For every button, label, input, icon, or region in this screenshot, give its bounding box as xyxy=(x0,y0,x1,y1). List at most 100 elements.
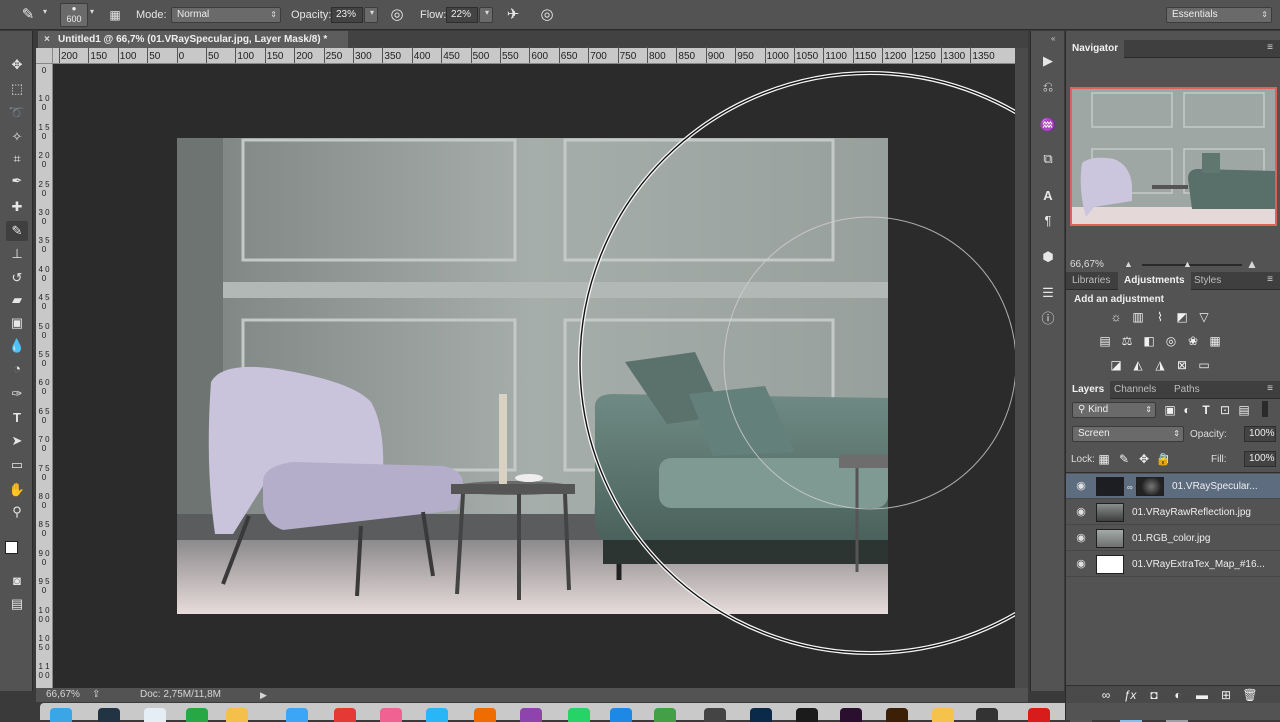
brush-tool-icon[interactable]: ✎ xyxy=(6,221,28,241)
threshold-icon[interactable]: ◮ xyxy=(1152,358,1168,372)
eye-icon[interactable]: ◉ xyxy=(1074,505,1088,519)
clone-stamp-tool-icon[interactable]: ⊥ xyxy=(6,244,28,264)
layer-opacity-field[interactable]: 100% xyxy=(1244,426,1276,442)
pen-tool-icon[interactable]: ✑ xyxy=(6,384,28,404)
history-icon[interactable]: ⎌ xyxy=(1038,77,1058,97)
vertical-ruler[interactable]: 0 1 0 0 1 5 0 2 0 0 2 5 0 3 0 0 3 5 0 4 0 0 4 5 … xyxy=(36,64,53,688)
color-lookup-icon[interactable]: ▦ xyxy=(1207,334,1223,348)
navigator-preview[interactable] xyxy=(1070,87,1277,226)
history-brush-tool-icon[interactable]: ↺ xyxy=(6,268,28,288)
panel-menu-icon[interactable]: ≡ xyxy=(1267,274,1273,285)
zoom-level[interactable]: 66,67% xyxy=(46,688,80,702)
tool-preset-dropdown[interactable]: ▾ xyxy=(40,7,50,23)
fx-icon[interactable]: ƒx xyxy=(1122,688,1138,702)
healing-brush-tool-icon[interactable]: ✚ xyxy=(6,197,28,217)
invert-icon[interactable]: ◪ xyxy=(1108,358,1124,372)
collapse-arrows-icon[interactable]: « xyxy=(1051,34,1055,43)
blend-mode-select[interactable]: Screen ⇕ xyxy=(1072,426,1184,442)
actions-play-icon[interactable]: ▶ xyxy=(1038,51,1058,71)
brush-panel-toggle-icon[interactable]: ▦ xyxy=(105,5,125,25)
padlock-icon[interactable]: 🔒 xyxy=(1155,452,1171,466)
horizontal-ruler[interactable]: 200 150 100 50 0 50 100 150 200 250 300 350 400 450 50… xyxy=(53,47,1015,64)
hue-saturation-icon[interactable]: ▤ xyxy=(1097,334,1113,348)
tab-adjustments[interactable]: Adjustments xyxy=(1118,272,1191,290)
filter-type-icon[interactable]: T xyxy=(1198,403,1214,417)
eyedropper-tool-icon[interactable]: ✒ xyxy=(6,171,28,191)
color-balance-icon[interactable]: ⚖ xyxy=(1119,334,1135,348)
curves-icon[interactable]: ⌇ xyxy=(1152,310,1168,324)
3d-icon[interactable]: ⬢ xyxy=(1038,247,1058,267)
channel-mixer-icon[interactable]: ❀ xyxy=(1185,334,1201,348)
zoom-slider-thumb[interactable]: ▲ xyxy=(1183,259,1192,269)
eye-icon[interactable]: ◉ xyxy=(1074,557,1088,571)
ruler-origin[interactable] xyxy=(36,48,53,64)
chain-link-icon[interactable]: ∞ xyxy=(1127,483,1133,492)
selective-color-icon[interactable]: ⊠ xyxy=(1174,358,1190,372)
gradient-map-icon[interactable]: ▭ xyxy=(1196,358,1212,372)
panel-menu-icon[interactable]: ≡ xyxy=(1267,383,1273,394)
document-canvas[interactable] xyxy=(53,64,1015,688)
quick-mask-icon[interactable]: ◙ xyxy=(6,571,28,591)
tab-libraries[interactable]: Libraries xyxy=(1066,272,1116,290)
type-tool-icon[interactable]: T xyxy=(6,408,28,428)
layer-row[interactable]: ◉ 01.VRayExtraTex_Map_#16... xyxy=(1066,552,1280,577)
layer-row[interactable]: ◉ 01.VRayRawReflection.jpg xyxy=(1066,500,1280,525)
paragraph-icon[interactable]: ¶ xyxy=(1038,211,1058,231)
crop-tool-icon[interactable]: ⌗ xyxy=(6,149,28,169)
lock-image-icon[interactable]: ✎ xyxy=(1116,452,1132,466)
blur-tool-icon[interactable]: 💧 xyxy=(6,336,28,356)
canvas-vertical-scrollbar[interactable] xyxy=(1015,48,1028,688)
canvas-area[interactable] xyxy=(53,64,1015,688)
layer-name[interactable]: 01.VRayRawReflection.jpg xyxy=(1132,500,1251,525)
document-tab[interactable]: × Untitled1 @ 66,7% (01.VRaySpecular.jpg… xyxy=(38,31,348,48)
gradient-tool-icon[interactable]: ▣ xyxy=(6,313,28,333)
tab-channels[interactable]: Channels xyxy=(1108,381,1162,399)
marquee-tool-icon[interactable]: ⬚ xyxy=(6,79,28,99)
new-layer-icon[interactable]: ⊞ xyxy=(1218,688,1234,702)
dodge-tool-icon[interactable]: ◔ xyxy=(6,359,28,379)
black-white-icon[interactable]: ◧ xyxy=(1141,334,1157,348)
clone-source-icon[interactable]: ⧉ xyxy=(1038,149,1058,169)
properties-icon[interactable]: ☰ xyxy=(1038,283,1058,303)
flow-dropdown[interactable]: ▾ xyxy=(479,7,493,23)
share-icon[interactable]: ⇪ xyxy=(92,688,100,702)
flow-field[interactable]: 22% xyxy=(446,7,478,23)
exposure-icon[interactable]: ◩ xyxy=(1174,310,1190,324)
move-tool-icon[interactable]: ✥ xyxy=(6,55,28,75)
layer-name[interactable]: 01.RGB_color.jpg xyxy=(1132,526,1210,551)
tab-styles[interactable]: Styles xyxy=(1188,272,1227,290)
path-select-tool-icon[interactable]: ➤ xyxy=(6,431,28,451)
layer-kind-filter[interactable]: ⚲ Kind ⇕ xyxy=(1072,402,1156,418)
mode-select[interactable]: Normal ⇕ xyxy=(171,7,281,23)
zoom-out-mountain-icon[interactable]: ▲ xyxy=(1124,259,1133,269)
tab-navigator[interactable]: Navigator xyxy=(1066,40,1125,58)
filter-smart-object-icon[interactable]: ▤ xyxy=(1236,403,1252,417)
layer-row[interactable]: ◉ 01.RGB_color.jpg xyxy=(1066,526,1280,551)
screen-mode-icon[interactable]: ▤ xyxy=(6,594,28,614)
close-icon[interactable]: × xyxy=(44,31,50,48)
navigator-zoom[interactable]: 66,67% xyxy=(1070,259,1104,270)
foreground-color-swatch[interactable] xyxy=(5,541,18,554)
lock-position-icon[interactable]: ✥ xyxy=(1136,452,1152,466)
filter-pixel-icon[interactable]: ▣ xyxy=(1162,403,1178,417)
zoom-tool-icon[interactable]: ⚲ xyxy=(6,502,28,522)
brush-presets-icon[interactable]: ♒ xyxy=(1038,115,1058,135)
new-group-icon[interactable]: ▬ xyxy=(1194,688,1210,702)
zoom-in-mountain-icon[interactable]: ▲ xyxy=(1246,257,1258,271)
new-adjustment-icon[interactable]: ◐ xyxy=(1170,688,1186,702)
panel-menu-icon[interactable]: ≡ xyxy=(1267,42,1273,53)
brush-tool-icon[interactable]: ✎ xyxy=(18,5,38,25)
zoom-slider-track[interactable] xyxy=(1142,264,1242,266)
layer-name[interactable]: 01.VRaySpecular... xyxy=(1172,474,1258,499)
pressure-opacity-icon[interactable]: ◎ xyxy=(387,5,407,25)
status-menu-arrow-icon[interactable]: ▶ xyxy=(260,688,267,702)
levels-icon[interactable]: ▥ xyxy=(1130,310,1146,324)
vibrance-icon[interactable]: ▽ xyxy=(1196,310,1212,324)
link-layers-icon[interactable]: ∞ xyxy=(1098,688,1114,702)
filter-adjustment-icon[interactable]: ◐ xyxy=(1179,403,1195,417)
posterize-icon[interactable]: ◭ xyxy=(1130,358,1146,372)
opacity-dropdown[interactable]: ▾ xyxy=(364,7,378,23)
opacity-field[interactable]: 23% xyxy=(331,7,363,23)
add-mask-icon[interactable]: ◘ xyxy=(1146,688,1162,702)
eraser-tool-icon[interactable]: ▰ xyxy=(6,290,28,310)
